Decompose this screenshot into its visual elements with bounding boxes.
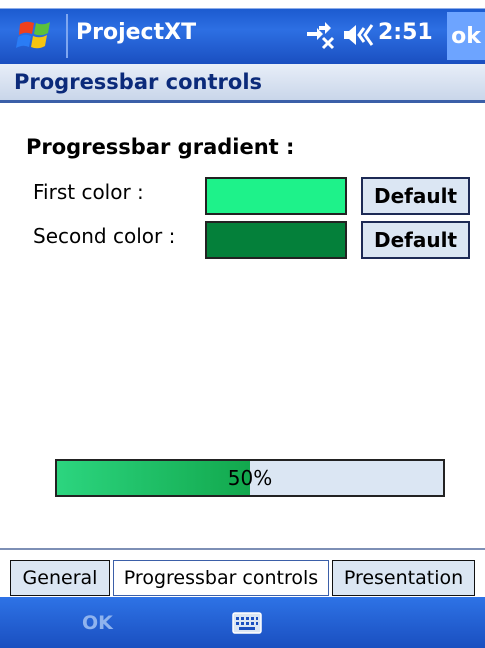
connectivity-icon[interactable]	[303, 22, 337, 50]
progress-bar: 50%	[55, 459, 445, 497]
first-color-label: First color :	[33, 180, 144, 204]
tab-presentation[interactable]: Presentation	[332, 560, 475, 596]
app-title: ProjectXT	[76, 20, 197, 45]
page-header: Progressbar controls	[0, 64, 485, 103]
tab-general[interactable]: General	[10, 560, 110, 596]
title-bar: ProjectXT 2:51 ok	[0, 0, 485, 64]
first-color-default-button[interactable]: Default	[361, 177, 470, 215]
tab-progressbar-controls[interactable]: Progressbar controls	[113, 560, 329, 596]
windows-flag-icon[interactable]	[16, 16, 62, 56]
clock[interactable]: 2:51	[378, 20, 433, 45]
progress-percent-text: 50%	[227, 466, 273, 490]
title-separator	[66, 14, 68, 58]
title-bar-top-line	[0, 0, 485, 8]
speaker-volume-icon[interactable]	[342, 22, 376, 48]
section-title: Progressbar gradient :	[26, 135, 295, 159]
tab-strip: General Progressbar controls Presentatio…	[0, 548, 485, 599]
keyboard-icon[interactable]	[232, 612, 262, 634]
first-color-swatch[interactable]	[205, 177, 347, 215]
second-color-label: Second color :	[33, 224, 176, 248]
second-color-default-button[interactable]: Default	[361, 221, 470, 259]
page-title: Progressbar controls	[14, 70, 263, 94]
title-ok-button[interactable]: ok	[447, 12, 485, 60]
second-color-swatch[interactable]	[205, 221, 347, 259]
ok-softkey[interactable]: OK	[82, 612, 113, 634]
menu-bar: OK	[0, 597, 485, 648]
